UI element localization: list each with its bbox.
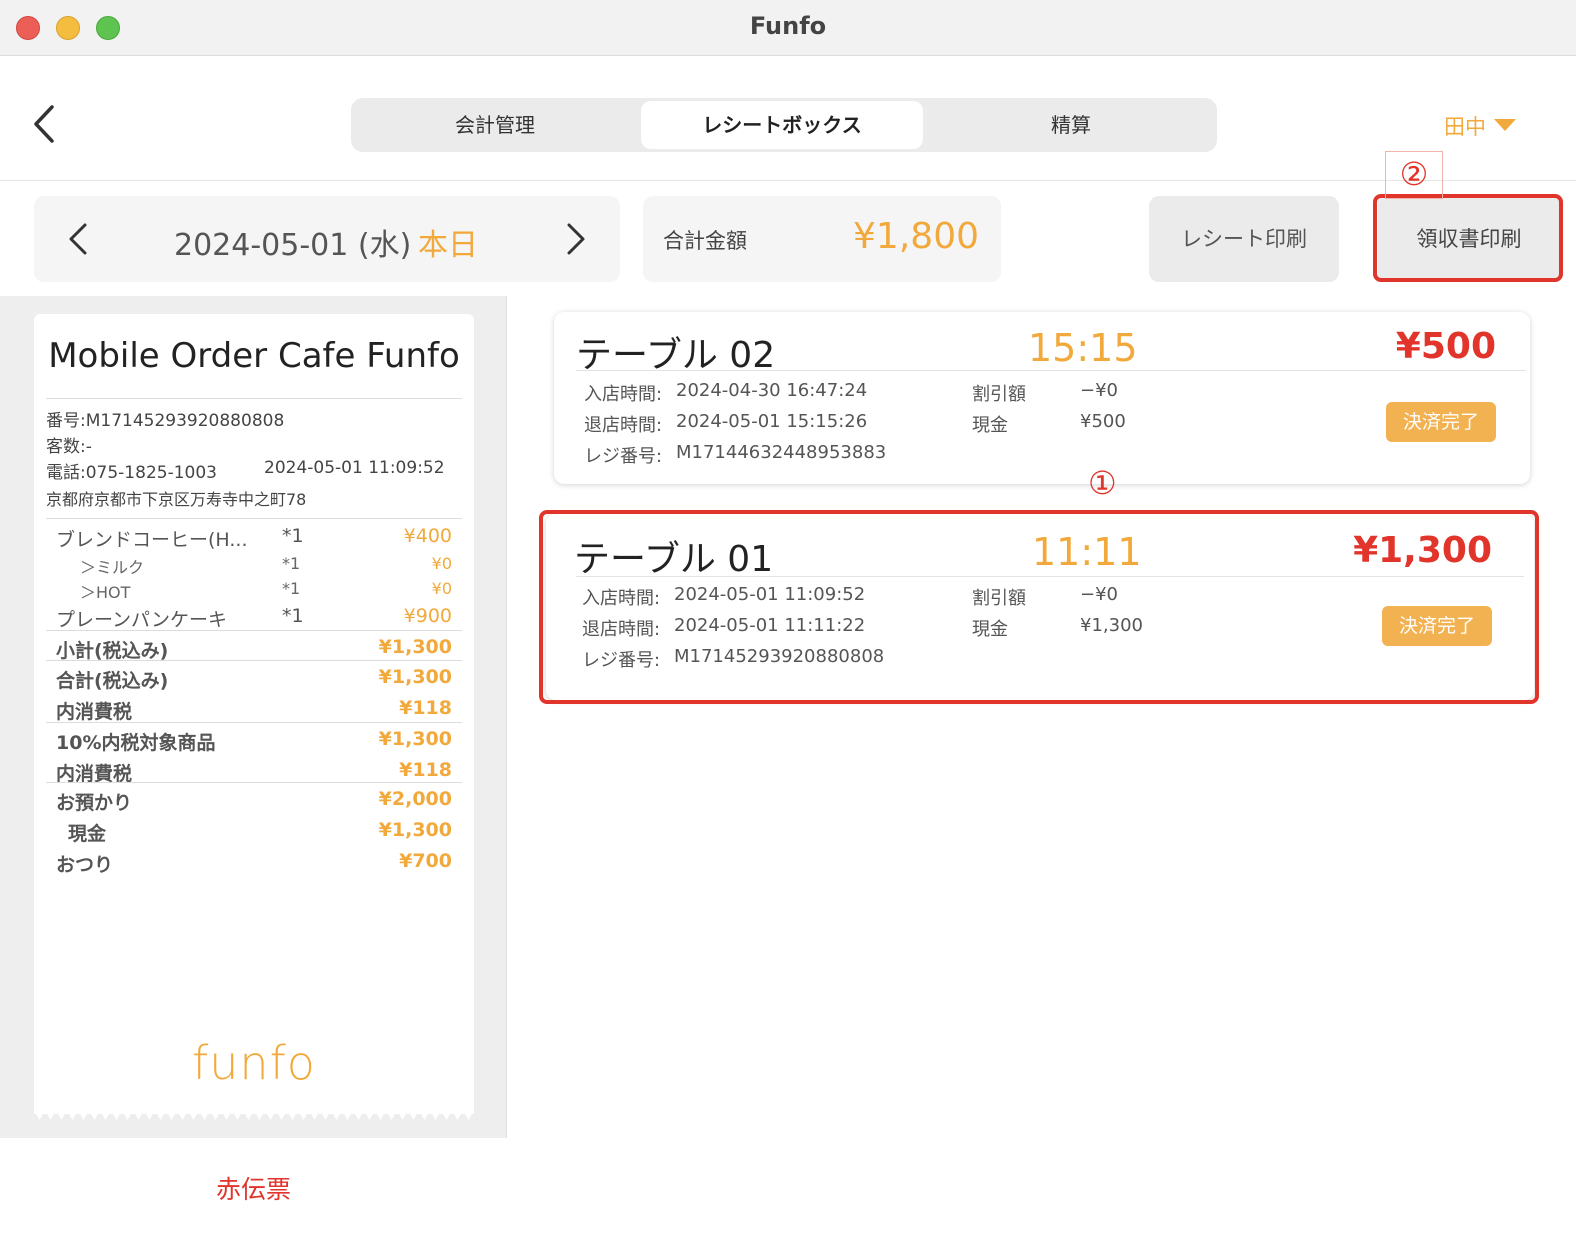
store-address: 京都府京都市下京区万寿寺中之町78 bbox=[46, 490, 307, 509]
subtotal-row: 小計(税込み) ¥1,300 bbox=[56, 636, 452, 662]
caret-down-icon bbox=[1494, 119, 1516, 131]
divider bbox=[46, 630, 462, 631]
total-row: 合計(税込み) ¥1,300 bbox=[56, 666, 452, 692]
total-label: 合計金額 bbox=[663, 229, 747, 253]
item-amount: ¥400 bbox=[403, 525, 452, 547]
receipt-item: プレーンパンケーキ *1 ¥900 bbox=[56, 605, 452, 631]
deposit-label: お預かり bbox=[56, 792, 133, 814]
chevron-right-icon bbox=[567, 223, 585, 255]
highlight-box-1 bbox=[539, 510, 1539, 704]
item-name: ＞HOT bbox=[80, 583, 131, 602]
item-amount: ¥0 bbox=[431, 554, 452, 573]
tax-label: 内消費税 bbox=[56, 701, 133, 723]
receipt-item-option: ＞HOT *1 ¥0 bbox=[56, 579, 452, 605]
back-button[interactable] bbox=[28, 103, 60, 145]
total-amount: ¥1,300 bbox=[378, 666, 452, 688]
out-time-value: 2024-05-01 15:15:26 bbox=[676, 411, 868, 432]
receipt-item: ブレンドコーヒー(H... *1 ¥400 bbox=[56, 525, 452, 551]
in-time-value: 2024-04-30 16:47:24 bbox=[676, 380, 868, 401]
receipt-torn-edge bbox=[34, 1108, 474, 1120]
register-label: レジ番号: bbox=[584, 446, 663, 467]
user-name: 田中 bbox=[1444, 115, 1486, 139]
cash-label: 現金 bbox=[68, 823, 107, 845]
subtotal-amount: ¥1,300 bbox=[378, 636, 452, 658]
total-amount-box: 合計金額 ¥1,800 bbox=[643, 196, 1001, 282]
tax-row: 内消費税 ¥118 bbox=[56, 697, 452, 723]
store-name: Mobile Order Cafe Funfo bbox=[48, 336, 460, 376]
tax-amount: ¥118 bbox=[399, 759, 452, 781]
guest-count: 客数:- bbox=[46, 437, 92, 457]
out-time-label: 退店時間: bbox=[584, 415, 663, 436]
divider bbox=[46, 518, 462, 519]
total-label: 合計(税込み) bbox=[56, 670, 169, 692]
change-amount: ¥700 bbox=[399, 850, 452, 872]
cash-amount: ¥1,300 bbox=[378, 819, 452, 841]
tab-receipt-box[interactable]: レシートボックス bbox=[641, 101, 923, 149]
divider bbox=[46, 660, 462, 661]
order-time: 15:15 bbox=[1028, 326, 1138, 370]
receipt-paper: Mobile Order Cafe Funfo 番号:M171452939208… bbox=[34, 314, 474, 1114]
cash-value: ¥500 bbox=[1080, 411, 1126, 432]
item-name: プレーンパンケーキ bbox=[56, 609, 228, 631]
store-phone: 電話:075-1825-1003 bbox=[46, 463, 217, 483]
total-value: ¥1,800 bbox=[853, 216, 979, 257]
user-menu[interactable]: 田中 bbox=[1444, 111, 1516, 141]
taxable-amount: ¥1,300 bbox=[378, 728, 452, 750]
change-label: おつり bbox=[56, 854, 114, 876]
receipt-preview-pane: Mobile Order Cafe Funfo 番号:M171452939208… bbox=[0, 296, 507, 1238]
change-row: おつり ¥700 bbox=[56, 850, 452, 876]
cash-row: 現金 ¥1,300 bbox=[56, 819, 452, 845]
segmented-tabs: 会計管理 レシートボックス 精算 bbox=[351, 98, 1217, 152]
funfo-logo: funfo bbox=[192, 1036, 316, 1090]
in-time-label: 入店時間: bbox=[584, 384, 663, 405]
annotation-marker-1: ① bbox=[1088, 464, 1117, 502]
prev-date-button[interactable] bbox=[66, 222, 90, 256]
discount-value: −¥0 bbox=[1080, 380, 1118, 401]
chevron-left-icon bbox=[69, 223, 87, 255]
divider bbox=[46, 782, 462, 783]
deposit-amount: ¥2,000 bbox=[378, 788, 452, 810]
item-name: ＞ミルク bbox=[80, 558, 145, 577]
tab-kaikei-kanri[interactable]: 会計管理 bbox=[355, 101, 635, 149]
order-card-table-02[interactable]: テーブル 02 15:15 ¥500 入店時間: 2024-04-30 16:4… bbox=[554, 312, 1530, 484]
subtotal-label: 小計(税込み) bbox=[56, 640, 169, 662]
order-amount: ¥500 bbox=[1395, 326, 1496, 367]
title-bar: Funfo bbox=[0, 0, 1576, 56]
receipt-number: 番号:M17145293920880808 bbox=[46, 411, 285, 431]
next-date-button[interactable] bbox=[564, 222, 588, 256]
taxable-label: 10%内税対象商品 bbox=[56, 732, 216, 754]
item-qty: *1 bbox=[282, 525, 304, 547]
highlight-box-2 bbox=[1373, 194, 1563, 282]
receipt-print-button[interactable]: レシート印刷 bbox=[1149, 196, 1339, 282]
taxable-row: 10%内税対象商品 ¥1,300 bbox=[56, 728, 452, 754]
annotation-marker-2: ② bbox=[1385, 151, 1443, 199]
item-name: ブレンドコーヒー(H... bbox=[56, 529, 248, 551]
receipt-datetime: 2024-05-01 11:09:52 bbox=[264, 458, 445, 478]
item-qty: *1 bbox=[282, 605, 304, 627]
window-title: Funfo bbox=[749, 12, 827, 40]
item-qty: *1 bbox=[282, 554, 301, 573]
app-header: 会計管理 レシートボックス 精算 田中 bbox=[0, 57, 1576, 181]
divider bbox=[576, 370, 1526, 371]
back-chevron-icon bbox=[34, 105, 54, 143]
red-slip-area: 赤伝票 bbox=[0, 1138, 507, 1238]
tax-amount: ¥118 bbox=[399, 697, 452, 719]
item-qty: *1 bbox=[282, 579, 301, 598]
date-navigator: 2024-05-01 (水) 本日 bbox=[34, 196, 620, 282]
discount-label: 割引額 bbox=[972, 384, 1026, 405]
tab-seisan[interactable]: 精算 bbox=[929, 101, 1213, 149]
today-label: 本日 bbox=[418, 228, 478, 263]
item-amount: ¥0 bbox=[431, 579, 452, 598]
divider bbox=[46, 722, 462, 723]
register-number: M17144632448953883 bbox=[676, 442, 887, 463]
divider bbox=[46, 398, 462, 399]
deposit-row: お預かり ¥2,000 bbox=[56, 788, 452, 814]
red-slip-button[interactable]: 赤伝票 bbox=[0, 1170, 507, 1206]
receipt-item-option: ＞ミルク *1 ¥0 bbox=[56, 554, 452, 580]
cash-label: 現金 bbox=[972, 415, 1008, 436]
item-amount: ¥900 bbox=[403, 605, 452, 627]
status-badge: 決済完了 bbox=[1386, 402, 1496, 442]
current-date: 2024-05-01 (水) bbox=[174, 228, 412, 263]
